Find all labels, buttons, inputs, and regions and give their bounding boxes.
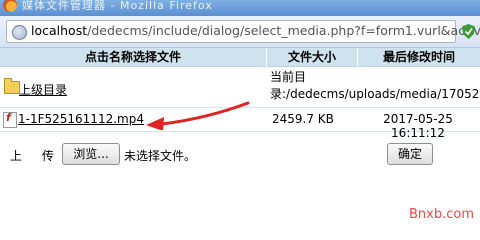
parent-directory-link[interactable]: 上级目录	[19, 81, 67, 98]
file-name-link[interactable]: 1-1F525161112.mp4	[18, 112, 144, 126]
url-text: localhost/dedecms/include/dialog/select_…	[31, 23, 480, 38]
header-filesize: 文件大小	[267, 48, 357, 67]
shield-icon[interactable]	[462, 24, 475, 39]
file-size: 2459.7 KB	[272, 112, 334, 126]
current-directory: 当前目录:/dedecms/uploads/media/170525	[270, 70, 480, 101]
url-input[interactable]: localhost/dedecms/include/dialog/select_…	[6, 20, 480, 43]
browse-button[interactable]: 浏览...	[62, 143, 120, 165]
window-titlebar: 媒体文件管理器 - Mozilla Firefox	[0, 0, 480, 16]
file-status: 未选择文件。	[124, 149, 197, 163]
folder-up-icon[interactable]	[4, 78, 20, 94]
watermark: Bnxb.com	[409, 207, 474, 222]
file-modified: 2017-05-25 16:11:12	[383, 112, 453, 140]
url-host: localhost	[31, 23, 88, 38]
address-bar: localhost/dedecms/include/dialog/select_…	[0, 16, 480, 48]
url-path: /dedecms/include/dialog/select_media.php…	[87, 23, 480, 38]
header-modified: 最后修改时间	[358, 48, 480, 67]
confirm-button[interactable]: 确定	[387, 143, 433, 165]
firefox-icon	[3, 0, 17, 12]
window-title: 媒体文件管理器 - Mozilla Firefox	[22, 0, 213, 12]
upload-row: 上 传: 浏览... 未选择文件。 确定	[0, 140, 480, 168]
media-file-icon	[3, 111, 17, 128]
header-filename: 点击名称选择文件	[0, 48, 266, 67]
annotation-arrow	[146, 101, 250, 130]
globe-icon	[12, 25, 27, 40]
